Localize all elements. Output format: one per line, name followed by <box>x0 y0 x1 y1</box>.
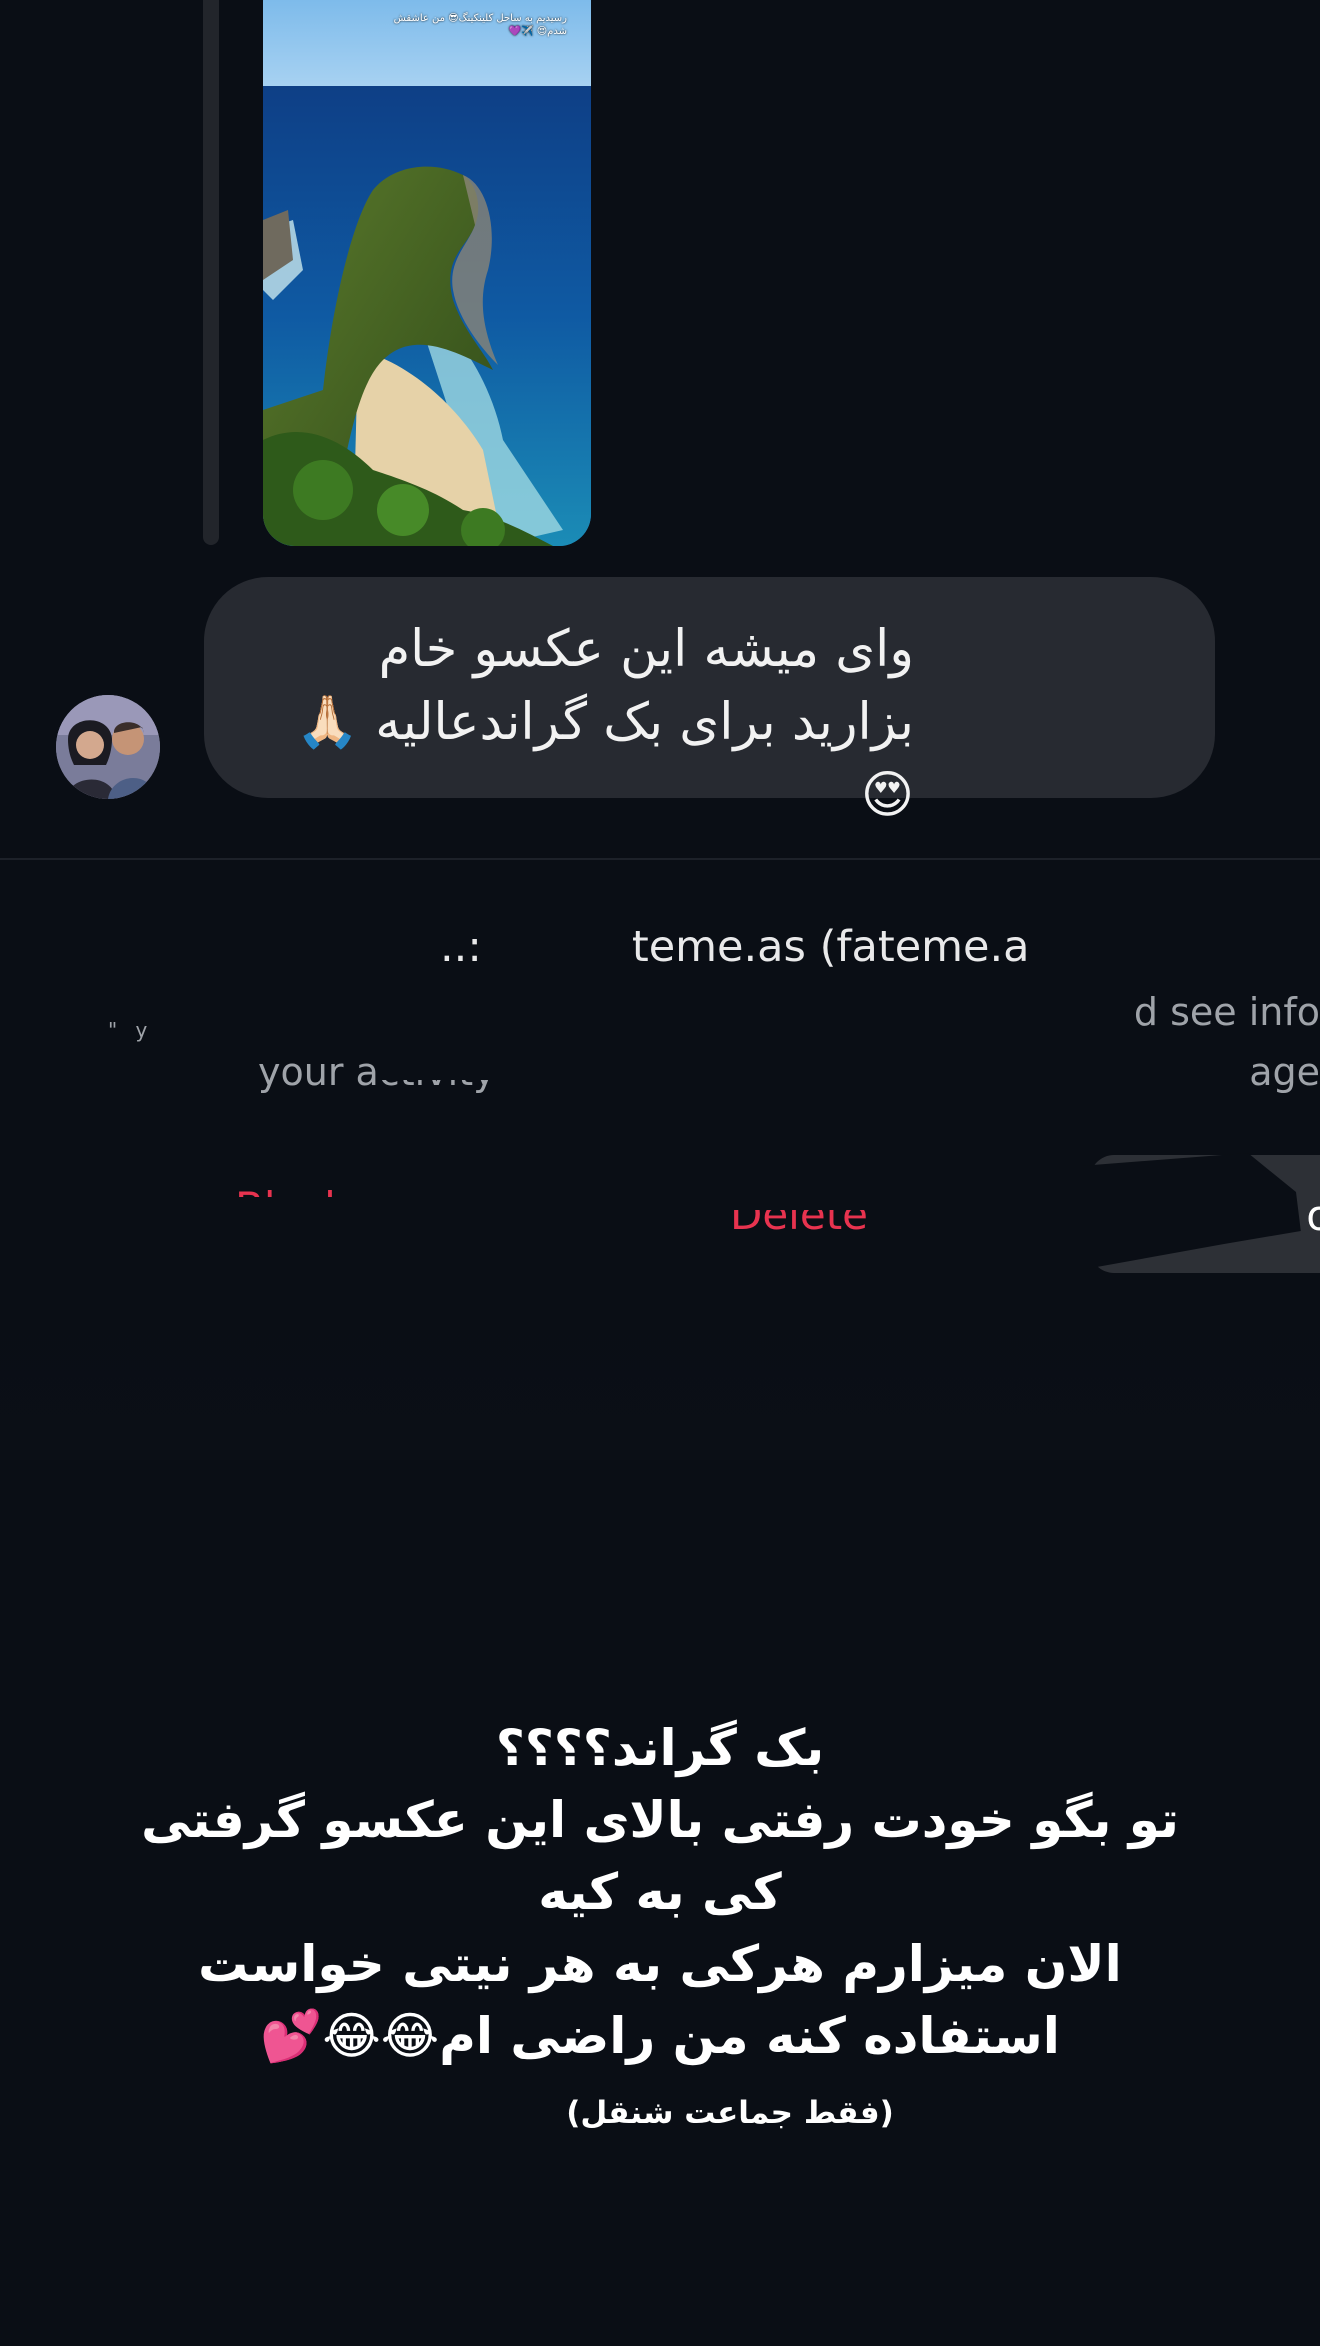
reply-message-text: وای میشه این عکسو خام بزارید برای بک گرا… <box>295 620 915 825</box>
story-caption: رسیدیم به ساحل کلینکینگ😎 من عاشقش شدم😍 ✈… <box>393 13 567 37</box>
block-button[interactable]: Block <box>235 1183 349 1197</box>
accept-label: o <box>1306 1191 1320 1240</box>
request-dots: " y <box>108 1018 154 1042</box>
overlay-mask <box>380 1030 1320 1080</box>
request-activity-tail: age <box>1249 1050 1320 1094</box>
caption-line-3: کی به کیه <box>538 1863 782 1921</box>
reply-indicator-bar <box>203 0 219 545</box>
story-shade <box>0 1290 1320 1460</box>
caption-line-1: بک گراند؟؟؟؟ <box>495 1719 825 1777</box>
story-caption-text: بک گراند؟؟؟؟ تو بگو خودت رفتی بالای این … <box>140 1712 1180 2072</box>
caption-line-4: الان میزارم هرکی به هر نیتی خواست <box>198 1935 1122 1993</box>
story-thumbnail[interactable]: رسیدیم به ساحل کلینکینگ😎 من عاشقش شدم😍 ✈… <box>263 0 591 546</box>
section-divider <box>0 858 1320 860</box>
sender-avatar[interactable] <box>56 695 160 799</box>
caption-note: (فقط جماعت شنقل) <box>566 2095 894 2131</box>
story-image <box>263 0 591 546</box>
request-info-text: d see info <box>1133 990 1320 1034</box>
request-title: ..: teme.as (fateme.a <box>440 922 1030 972</box>
reply-message-bubble[interactable]: وای میشه این عکسو خام بزارید برای بک گرا… <box>204 577 1215 825</box>
caption-line-5: استفاده کنه من راضی ام😂😂💕 <box>260 2007 1060 2065</box>
avatar-image <box>56 695 160 799</box>
delete-button[interactable]: Delete <box>730 1210 868 1232</box>
caption-line-2: تو بگو خودت رفتی بالای این عکسو گرفتی <box>141 1791 1179 1849</box>
